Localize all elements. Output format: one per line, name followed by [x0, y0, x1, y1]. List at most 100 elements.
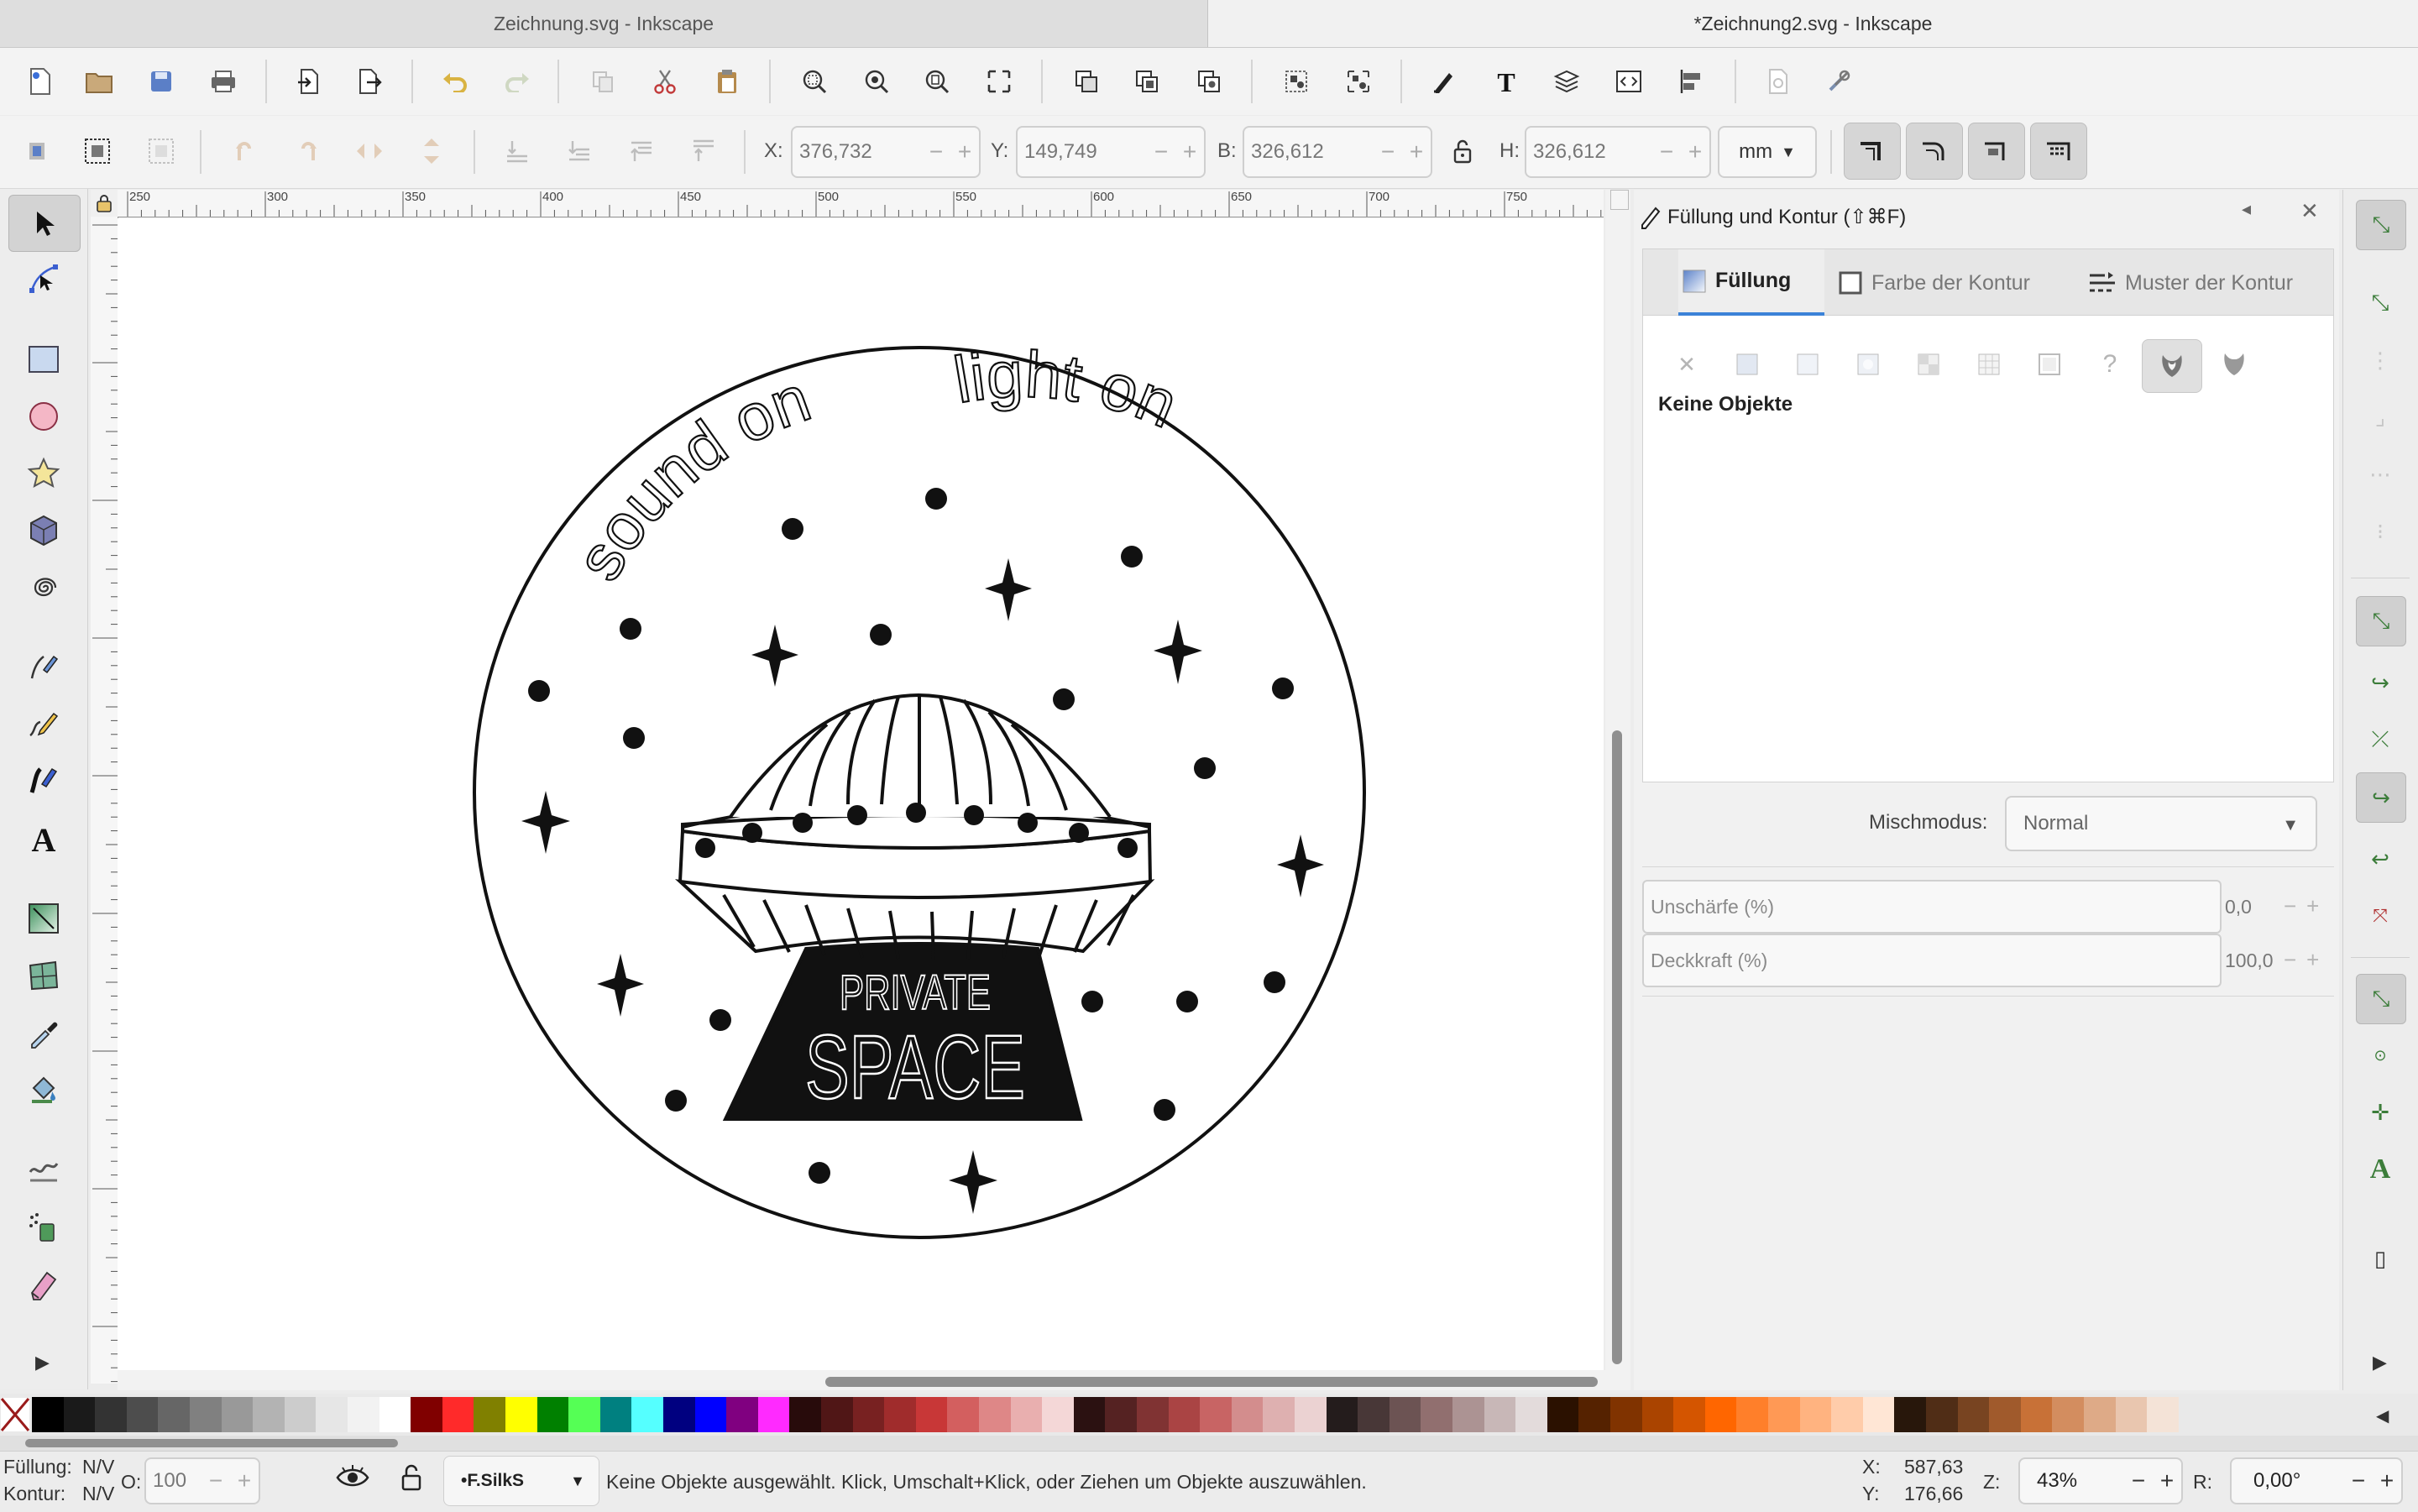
document-properties-icon[interactable] — [1760, 63, 1797, 100]
color-swatch[interactable] — [789, 1397, 822, 1432]
flip-vertical-icon[interactable] — [413, 133, 450, 170]
blur-stepper[interactable]: −+ — [2284, 893, 2329, 919]
eye-icon[interactable] — [336, 1464, 369, 1495]
zoom-page-icon[interactable] — [919, 63, 955, 100]
height-input[interactable]: 326,612 − + — [1525, 126, 1711, 178]
snap-text-baseline-icon[interactable]: A — [2356, 1145, 2405, 1194]
star-tool[interactable] — [22, 452, 65, 495]
snap-bbox-edges-icon[interactable]: ⋮ — [2356, 336, 2405, 385]
rotate-increment[interactable]: + — [2373, 1468, 2401, 1494]
color-swatch[interactable] — [32, 1397, 64, 1432]
zoom-width-icon[interactable] — [981, 63, 1018, 100]
paint-bucket-tool[interactable] — [22, 1068, 65, 1112]
color-swatch[interactable] — [1957, 1397, 1990, 1432]
no-paint-icon[interactable]: ✕ — [1668, 346, 1705, 383]
tab-stroke-style[interactable]: Muster der Kontur — [2088, 249, 2293, 317]
color-swatch[interactable] — [1610, 1397, 1642, 1432]
align-icon[interactable] — [1672, 63, 1709, 100]
color-swatch[interactable] — [631, 1397, 664, 1432]
rotate-ccw-icon[interactable] — [227, 133, 264, 170]
text-icon[interactable]: T — [1488, 63, 1525, 100]
snap-toggle-icon[interactable]: ⤡ — [2356, 200, 2406, 250]
layer-select[interactable]: •F.SilkS ▼ — [443, 1456, 599, 1506]
color-swatch[interactable] — [1042, 1397, 1075, 1432]
snap-paths-icon[interactable]: ↪ — [2356, 658, 2405, 707]
window-tab-zeichnung2[interactable]: *Zeichnung2.svg - Inkscape — [1208, 0, 2418, 47]
pencil-tool[interactable] — [22, 702, 65, 746]
color-swatch[interactable] — [726, 1397, 759, 1432]
color-swatch[interactable] — [1452, 1397, 1484, 1432]
pattern-icon[interactable] — [1971, 346, 2007, 383]
color-swatch[interactable] — [947, 1397, 980, 1432]
color-swatch[interactable] — [1389, 1397, 1421, 1432]
color-swatch[interactable] — [1200, 1397, 1233, 1432]
color-swatch[interactable] — [821, 1397, 853, 1432]
color-swatch[interactable] — [442, 1397, 474, 1432]
raise-icon[interactable] — [623, 133, 660, 170]
snap-bbox-corners-icon[interactable]: ⌟ — [2356, 393, 2405, 442]
color-swatch[interactable] — [1484, 1397, 1516, 1432]
color-swatch[interactable] — [1010, 1397, 1043, 1432]
color-swatch[interactable] — [663, 1397, 695, 1432]
spray-tool[interactable] — [22, 1206, 65, 1249]
pen-tool[interactable] — [22, 645, 65, 688]
color-swatch[interactable] — [348, 1397, 379, 1432]
duplicate-icon[interactable] — [1068, 63, 1105, 100]
snap-cusp-nodes-icon[interactable]: ↪ — [2356, 772, 2406, 823]
y-decrement[interactable]: − — [1147, 139, 1175, 165]
color-swatch[interactable] — [1168, 1397, 1201, 1432]
open-icon[interactable] — [81, 63, 118, 100]
color-swatch[interactable] — [1578, 1397, 1611, 1432]
paste-icon[interactable] — [709, 63, 746, 100]
radial-gradient-icon[interactable] — [1850, 346, 1887, 383]
opacity-decrement[interactable]: − — [202, 1468, 230, 1494]
width-increment[interactable]: + — [1402, 139, 1431, 165]
horizontal-ruler[interactable]: 250 300 350 400 450 500 550 600 650 700 … — [118, 190, 1604, 217]
palette-scrollbar-thumb[interactable] — [25, 1439, 398, 1447]
color-swatch[interactable] — [1799, 1397, 1832, 1432]
fill-rule-nonzero-icon[interactable] — [2216, 346, 2253, 383]
node-tool[interactable] — [22, 257, 65, 301]
save-icon[interactable] — [143, 63, 180, 100]
select-all-layers-icon[interactable] — [79, 133, 116, 170]
tab-stroke-paint[interactable]: Farbe der Kontur — [1838, 249, 2030, 317]
color-swatch[interactable] — [1137, 1397, 1169, 1432]
snap-page-border-icon[interactable]: ▯ — [2356, 1234, 2405, 1283]
spiral-tool[interactable] — [22, 566, 65, 610]
color-swatch[interactable] — [2147, 1397, 2180, 1432]
color-swatch[interactable] — [95, 1397, 128, 1432]
new-document-icon[interactable] — [22, 63, 59, 100]
text-tool[interactable]: A — [22, 816, 65, 860]
swatch-icon[interactable] — [2031, 346, 2068, 383]
x-input[interactable]: 376,732 − + — [791, 126, 981, 178]
color-swatch[interactable] — [1358, 1397, 1390, 1432]
color-swatch[interactable] — [1926, 1397, 1958, 1432]
color-swatch[interactable] — [694, 1397, 727, 1432]
color-swatch[interactable] — [2084, 1397, 2116, 1432]
snap-smooth-nodes-icon[interactable]: ↩ — [2356, 834, 2405, 883]
flip-horizontal-icon[interactable] — [351, 133, 388, 170]
group-icon[interactable] — [1278, 63, 1315, 100]
color-swatch[interactable] — [915, 1397, 948, 1432]
x-increment[interactable]: + — [950, 139, 979, 165]
color-swatch[interactable] — [1736, 1397, 1769, 1432]
color-swatch[interactable] — [1515, 1397, 1548, 1432]
print-icon[interactable] — [205, 63, 242, 100]
color-swatch[interactable] — [284, 1397, 317, 1432]
color-swatch[interactable] — [411, 1397, 443, 1432]
mesh-gradient-icon[interactable] — [1910, 346, 1947, 383]
zoom-input[interactable]: 43% − + — [2018, 1457, 2183, 1504]
unlink-clone-icon[interactable] — [1191, 63, 1227, 100]
color-swatch[interactable] — [568, 1397, 601, 1432]
color-swatch[interactable] — [1989, 1397, 2022, 1432]
y-input[interactable]: 149,749 − + — [1016, 126, 1206, 178]
fill-rule-evenodd-icon[interactable] — [2142, 339, 2202, 393]
blur-slider[interactable]: Unschärfe (%) — [1642, 880, 2222, 934]
color-swatch[interactable] — [757, 1397, 790, 1432]
rotate-cw-icon[interactable] — [289, 133, 326, 170]
color-swatch[interactable] — [316, 1397, 348, 1432]
zoom-out[interactable]: − — [2124, 1468, 2153, 1494]
color-swatch[interactable] — [2115, 1397, 2148, 1432]
vertical-scrollbar-thumb[interactable] — [1612, 730, 1622, 1364]
color-swatch[interactable] — [63, 1397, 96, 1432]
